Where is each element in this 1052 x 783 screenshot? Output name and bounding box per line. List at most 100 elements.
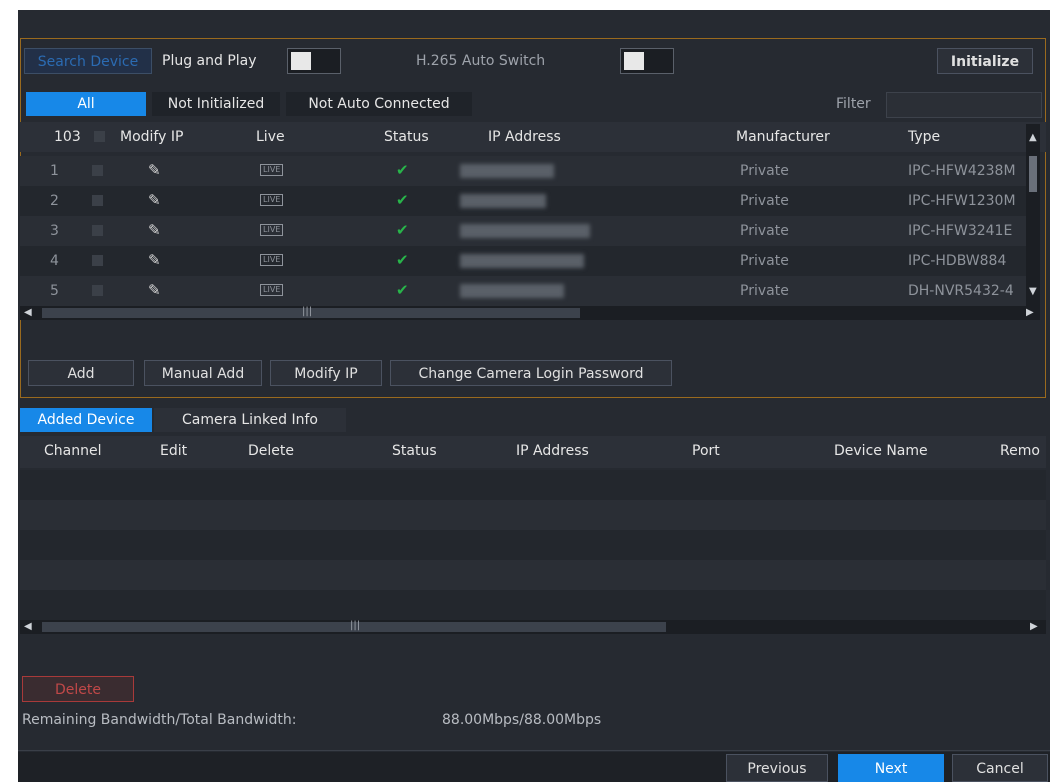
scroll-right-icon[interactable]: ▶ bbox=[1026, 307, 1034, 318]
row-checkbox[interactable] bbox=[92, 165, 103, 176]
next-button[interactable]: Next bbox=[838, 754, 944, 782]
previous-button[interactable]: Previous bbox=[726, 754, 828, 782]
added-device-table-header: Channel Edit Delete Status IP Address Po… bbox=[20, 436, 1046, 468]
empty-row bbox=[20, 560, 1046, 590]
row-number: 4 bbox=[50, 253, 59, 269]
manufacturer-cell: Private bbox=[740, 223, 789, 239]
live-icon[interactable]: LIVE bbox=[260, 164, 284, 176]
live-icon[interactable]: LIVE bbox=[260, 194, 284, 206]
header-channel: Channel bbox=[44, 443, 102, 459]
header-status: Status bbox=[384, 129, 429, 145]
modify-ip-button[interactable]: Modify IP bbox=[270, 360, 382, 386]
scroll-up-icon[interactable]: ▲ bbox=[1029, 132, 1037, 143]
footer-divider bbox=[18, 750, 1050, 751]
live-icon[interactable]: LIVE bbox=[260, 254, 284, 266]
scroll-down-icon[interactable]: ▼ bbox=[1029, 286, 1037, 297]
pencil-icon[interactable]: ✎ bbox=[148, 161, 161, 179]
status-ok-icon: ✔ bbox=[396, 161, 409, 179]
scroll-grip-icon: ||| bbox=[350, 620, 361, 631]
manufacturer-cell: Private bbox=[740, 253, 789, 269]
type-cell: DH-NVR5432-4 bbox=[908, 283, 1014, 299]
pencil-icon[interactable]: ✎ bbox=[148, 191, 161, 209]
device-table-vertical-scrollbar[interactable]: ▲ ▼ bbox=[1026, 124, 1040, 316]
add-button[interactable]: Add bbox=[28, 360, 134, 386]
live-icon[interactable]: LIVE bbox=[260, 284, 284, 296]
ip-address-redacted bbox=[460, 254, 584, 268]
header-live: Live bbox=[256, 129, 285, 145]
added-table-horizontal-scrollbar[interactable]: ◀ ||| ▶ bbox=[20, 620, 1046, 634]
status-ok-icon: ✔ bbox=[396, 251, 409, 269]
ip-address-redacted bbox=[460, 194, 546, 208]
bandwidth-value: 88.00Mbps/88.00Mbps bbox=[442, 712, 602, 728]
h265-auto-switch-label: H.265 Auto Switch bbox=[416, 53, 546, 69]
manufacturer-cell: Private bbox=[740, 283, 789, 299]
scroll-left-icon[interactable]: ◀ bbox=[24, 621, 32, 632]
filter-input[interactable] bbox=[886, 92, 1042, 118]
row-number: 2 bbox=[50, 193, 59, 209]
manufacturer-cell: Private bbox=[740, 193, 789, 209]
live-icon[interactable]: LIVE bbox=[260, 224, 284, 236]
empty-row bbox=[20, 590, 1046, 620]
ip-address-redacted bbox=[460, 224, 590, 238]
scroll-right-icon[interactable]: ▶ bbox=[1030, 621, 1038, 632]
tab-not-initialized[interactable]: Not Initialized bbox=[152, 92, 280, 116]
row-checkbox[interactable] bbox=[92, 225, 103, 236]
header-ip-address: IP Address bbox=[516, 443, 589, 459]
manual-add-button[interactable]: Manual Add bbox=[144, 360, 262, 386]
filter-label: Filter bbox=[836, 96, 871, 112]
status-ok-icon: ✔ bbox=[396, 281, 409, 299]
delete-button[interactable]: Delete bbox=[22, 676, 134, 702]
toggle-knob bbox=[291, 52, 311, 70]
plug-and-play-toggle[interactable] bbox=[287, 48, 341, 74]
table-row[interactable]: 1 ✎ LIVE ✔ Private IPC-HFW4238M bbox=[20, 156, 1026, 186]
status-ok-icon: ✔ bbox=[396, 191, 409, 209]
pencil-icon[interactable]: ✎ bbox=[148, 221, 161, 239]
tab-not-auto-connected[interactable]: Not Auto Connected bbox=[286, 92, 472, 116]
initialize-button[interactable]: Initialize bbox=[937, 48, 1033, 74]
cancel-button[interactable]: Cancel bbox=[952, 754, 1048, 782]
header-remote: Remo bbox=[1000, 443, 1040, 459]
type-cell: IPC-HFW3241E bbox=[908, 223, 1013, 239]
ip-address-redacted bbox=[460, 164, 554, 178]
table-row[interactable]: 2 ✎ LIVE ✔ Private IPC-HFW1230M bbox=[20, 186, 1026, 216]
header-device-name: Device Name bbox=[834, 443, 928, 459]
empty-row bbox=[20, 530, 1046, 560]
plug-and-play-label: Plug and Play bbox=[162, 53, 257, 69]
tab-added-device[interactable]: Added Device bbox=[20, 408, 152, 432]
tab-camera-linked-info[interactable]: Camera Linked Info bbox=[154, 408, 346, 432]
header-status: Status bbox=[392, 443, 437, 459]
select-all-checkbox[interactable] bbox=[94, 131, 105, 142]
type-cell: IPC-HDBW884 bbox=[908, 253, 1007, 269]
device-count: 103 bbox=[54, 129, 81, 145]
pencil-icon[interactable]: ✎ bbox=[148, 281, 161, 299]
ip-address-redacted bbox=[460, 284, 564, 298]
device-table-header: 103 Modify IP Live Status IP Address Man… bbox=[20, 122, 1046, 152]
screen: Search Device Plug and Play H.265 Auto S… bbox=[0, 0, 1052, 782]
device-table-horizontal-scrollbar[interactable]: ◀ ||| ▶ bbox=[20, 306, 1040, 320]
scroll-thumb[interactable] bbox=[1029, 156, 1037, 192]
tab-all[interactable]: All bbox=[26, 92, 146, 116]
scroll-left-icon[interactable]: ◀ bbox=[24, 307, 32, 318]
change-camera-login-password-button[interactable]: Change Camera Login Password bbox=[390, 360, 672, 386]
table-row[interactable]: 5 ✎ LIVE ✔ Private DH-NVR5432-4 bbox=[20, 276, 1026, 306]
empty-row bbox=[20, 470, 1046, 500]
scroll-grip-icon: ||| bbox=[302, 306, 313, 317]
h265-auto-switch-toggle[interactable] bbox=[620, 48, 674, 74]
table-row[interactable]: 4 ✎ LIVE ✔ Private IPC-HDBW884 bbox=[20, 246, 1026, 276]
header-ip-address: IP Address bbox=[488, 129, 561, 145]
row-number: 5 bbox=[50, 283, 59, 299]
header-delete: Delete bbox=[248, 443, 294, 459]
toggle-knob bbox=[624, 52, 644, 70]
bandwidth-label: Remaining Bandwidth/Total Bandwidth: bbox=[22, 712, 297, 728]
type-cell: IPC-HFW1230M bbox=[908, 193, 1016, 209]
row-checkbox[interactable] bbox=[92, 285, 103, 296]
manufacturer-cell: Private bbox=[740, 163, 789, 179]
row-checkbox[interactable] bbox=[92, 255, 103, 266]
header-edit: Edit bbox=[160, 443, 188, 459]
search-device-button[interactable]: Search Device bbox=[24, 48, 152, 74]
table-row[interactable]: 3 ✎ LIVE ✔ Private IPC-HFW3241E bbox=[20, 216, 1026, 246]
header-type: Type bbox=[908, 129, 941, 145]
pencil-icon[interactable]: ✎ bbox=[148, 251, 161, 269]
status-ok-icon: ✔ bbox=[396, 221, 409, 239]
row-checkbox[interactable] bbox=[92, 195, 103, 206]
